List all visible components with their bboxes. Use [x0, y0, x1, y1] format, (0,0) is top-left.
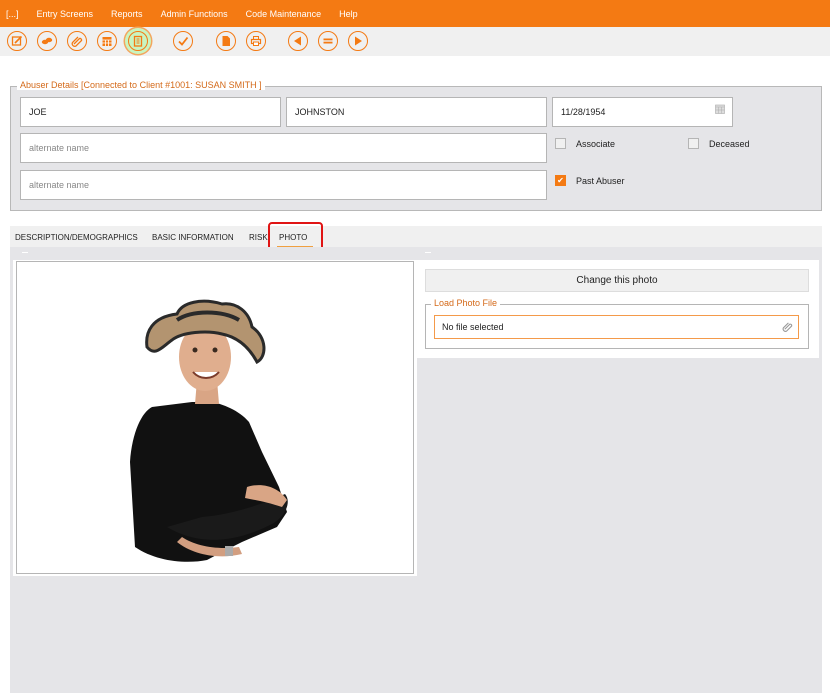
list-icon — [323, 38, 333, 44]
next-icon — [355, 36, 362, 46]
menu-bar: [...] Entry Screens Reports Admin Functi… — [0, 0, 830, 27]
menu-item-help[interactable]: Help — [339, 9, 358, 19]
document-button[interactable] — [216, 31, 236, 51]
clipboard-icon — [133, 35, 143, 47]
checkmark-icon — [178, 36, 189, 46]
clipboard-button[interactable] — [128, 31, 148, 51]
previous-icon — [294, 36, 301, 46]
photo-tab-content: Change this photo Load Photo File No fil… — [10, 247, 822, 693]
document-icon — [222, 36, 230, 46]
tab-bar: DESCRIPTION/DEMOGRAPHICS BASIC INFORMATI… — [10, 226, 822, 247]
first-name-field[interactable]: JOE — [20, 97, 281, 127]
load-photo-legend: Load Photo File — [431, 298, 501, 308]
tab-basic-information[interactable]: BASIC INFORMATION — [152, 233, 234, 242]
tab-risk[interactable]: RISK — [249, 233, 268, 242]
next-button[interactable] — [348, 31, 368, 51]
menu-item-admin-functions[interactable]: Admin Functions — [161, 9, 228, 19]
photo-actions-panel: Change this photo Load Photo File No fil… — [417, 260, 819, 358]
paperclip-icon — [782, 322, 793, 332]
abuser-details-legend: Abuser Details [Connected to Client #100… — [17, 80, 265, 90]
collapse-right-icon[interactable] — [425, 252, 431, 253]
photo-image — [130, 299, 288, 562]
edit-button[interactable] — [7, 31, 27, 51]
menu-item-reports[interactable]: Reports — [111, 9, 143, 19]
menu-item-code-maintenance[interactable]: Code Maintenance — [246, 9, 322, 19]
past-abuser-checkbox[interactable]: ✔ Past Abuser — [555, 175, 625, 186]
alternate-name-2-placeholder: alternate name — [29, 180, 90, 190]
paperclip-icon — [71, 36, 83, 47]
photo-panel — [13, 260, 417, 576]
alternate-name-1-field[interactable]: alternate name — [20, 133, 547, 163]
tab-description-demographics[interactable]: DESCRIPTION/DEMOGRAPHICS — [15, 233, 138, 242]
link-icon — [41, 37, 53, 45]
check-icon: ✔ — [557, 176, 564, 185]
menu-item-entry-screens[interactable]: Entry Screens — [37, 9, 94, 19]
previous-button[interactable] — [288, 31, 308, 51]
past-abuser-label: Past Abuser — [576, 175, 625, 186]
abuser-photo — [16, 261, 414, 574]
associate-label: Associate — [576, 138, 616, 149]
alternate-name-1-placeholder: alternate name — [29, 143, 90, 153]
deceased-checkbox-box[interactable] — [688, 138, 699, 149]
date-of-birth-field[interactable]: 11/28/1954 — [552, 97, 733, 127]
past-abuser-checkbox-box[interactable]: ✔ — [555, 175, 566, 186]
approve-button[interactable] — [173, 31, 193, 51]
associate-checkbox-box[interactable] — [555, 138, 566, 149]
print-icon — [250, 36, 262, 46]
change-photo-button[interactable]: Change this photo — [425, 269, 809, 292]
calendar-button[interactable] — [97, 31, 117, 51]
date-of-birth-value: 11/28/1954 — [561, 107, 606, 117]
print-button[interactable] — [246, 31, 266, 51]
toolbar — [0, 27, 830, 56]
last-name-value: JOHNSTON — [295, 107, 345, 117]
link-button[interactable] — [37, 31, 57, 51]
edit-icon — [11, 35, 23, 46]
photo-file-input[interactable]: No file selected — [434, 315, 799, 339]
abuser-details-fieldset: Abuser Details [Connected to Client #100… — [10, 80, 822, 211]
collapse-left-icon[interactable] — [22, 252, 28, 253]
calendar-icon[interactable] — [715, 104, 725, 114]
last-name-field[interactable]: JOHNSTON — [286, 97, 547, 127]
menu-item-more[interactable]: [...] — [6, 9, 19, 19]
attach-button[interactable] — [67, 31, 87, 51]
first-name-value: JOE — [29, 107, 47, 117]
deceased-checkbox[interactable]: Deceased — [688, 138, 750, 149]
deceased-label: Deceased — [709, 138, 750, 149]
alternate-name-2-field[interactable]: alternate name — [20, 170, 547, 200]
list-button[interactable] — [318, 31, 338, 51]
associate-checkbox[interactable]: Associate — [555, 138, 615, 149]
file-status: No file selected — [442, 322, 504, 332]
calendar-icon — [102, 37, 112, 46]
load-photo-fieldset: Load Photo File No file selected — [425, 298, 809, 349]
